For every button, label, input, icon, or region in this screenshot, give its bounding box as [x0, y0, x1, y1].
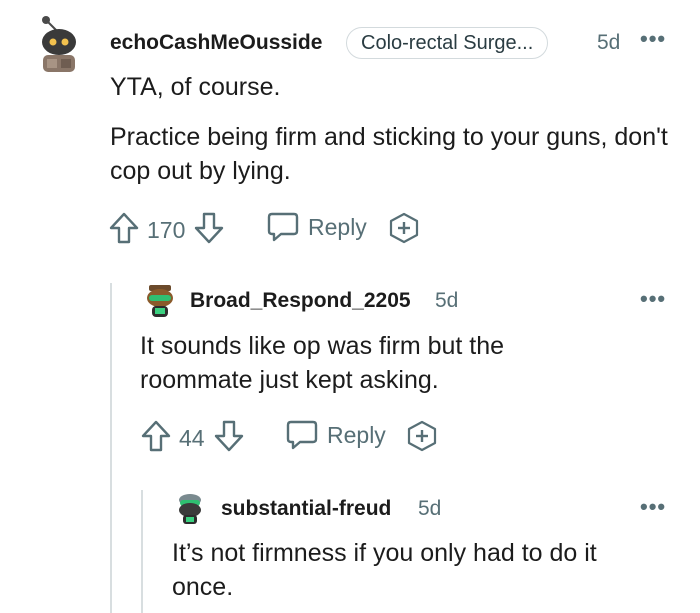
more-options-button[interactable]: ••• — [640, 288, 666, 310]
more-options-button[interactable]: ••• — [640, 496, 666, 518]
downvote-button[interactable] — [193, 211, 225, 245]
snoo-green-avatar-icon — [179, 494, 201, 524]
vote-score: 170 — [147, 217, 186, 243]
avatar[interactable] — [175, 491, 205, 525]
more-options-button[interactable]: ••• — [640, 28, 666, 50]
comment-paragraph: YTA, of course. — [110, 73, 281, 101]
snoo-robot-avatar-icon — [42, 16, 76, 72]
award-button[interactable] — [406, 420, 438, 452]
thread-line[interactable] — [141, 490, 143, 613]
award-plus-icon — [389, 212, 419, 244]
comment-paragraph: Practice being firm and sticking to your… — [110, 123, 668, 185]
vote-score: 44 — [179, 425, 205, 451]
downvote-arrow-icon — [194, 212, 224, 244]
upvote-button[interactable] — [140, 419, 172, 453]
comment-timestamp[interactable]: 5d — [435, 289, 458, 313]
award-plus-icon — [407, 420, 437, 452]
downvote-button[interactable] — [213, 419, 245, 453]
avatar[interactable] — [34, 14, 84, 74]
comment-body: YTA, of course. Practice being firm and … — [110, 70, 680, 188]
comment-author[interactable]: substantial-freud — [221, 497, 391, 521]
comment-bubble-icon — [267, 212, 299, 242]
reply-button[interactable]: Reply — [266, 210, 367, 244]
more-dots-icon: ••• — [640, 286, 667, 311]
comment-paragraph: It sounds like op was firm but the roomm… — [140, 332, 505, 394]
downvote-arrow-icon — [214, 420, 244, 452]
snoo-green-avatar-icon — [147, 285, 173, 317]
comment-author[interactable]: echoCashMeOusside — [110, 31, 322, 55]
reply-button[interactable]: Reply — [285, 418, 386, 452]
comment-author[interactable]: Broad_Respond_2205 — [190, 289, 411, 313]
comment-timestamp[interactable]: 5d — [597, 31, 620, 55]
more-dots-icon: ••• — [640, 26, 667, 51]
award-button[interactable] — [388, 212, 420, 244]
thread-line[interactable] — [110, 283, 112, 613]
avatar[interactable] — [143, 283, 177, 319]
reply-label: Reply — [327, 421, 386, 448]
upvote-button[interactable] — [108, 211, 140, 245]
reply-label: Reply — [308, 213, 367, 240]
user-flair[interactable]: Colo-rectal Surge... — [346, 27, 549, 59]
comment-body: It’s not firmness if you only had to do … — [172, 536, 652, 604]
comment-timestamp[interactable]: 5d — [418, 497, 441, 521]
upvote-arrow-icon — [141, 420, 171, 452]
comment-body: It sounds like op was firm but the roomm… — [140, 329, 580, 397]
comment-bubble-icon — [286, 420, 318, 450]
upvote-arrow-icon — [109, 212, 139, 244]
comment-paragraph: It’s not firmness if you only had to do … — [172, 539, 597, 601]
more-dots-icon: ••• — [640, 494, 667, 519]
